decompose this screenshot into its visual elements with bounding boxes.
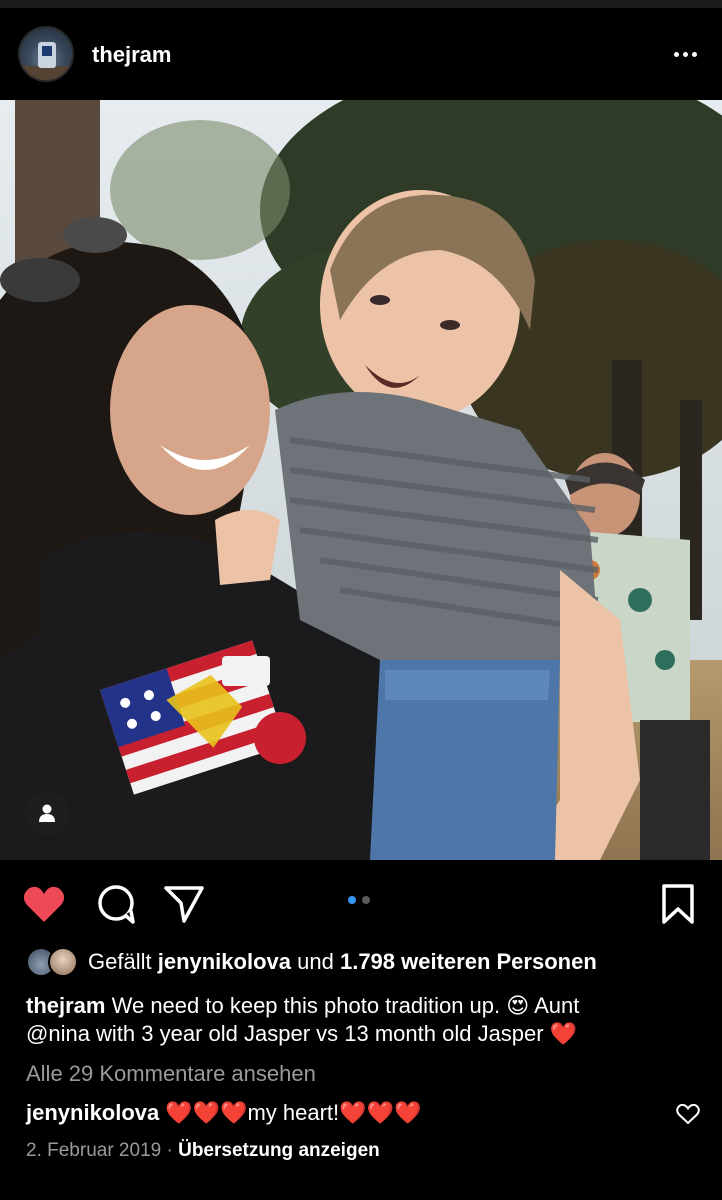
tagged-people-icon[interactable] <box>25 791 69 835</box>
comment-bubble-icon[interactable] <box>94 882 138 926</box>
photo-illustration <box>0 100 722 860</box>
carousel-indicator <box>348 896 370 904</box>
post-caption: thejram We need to keep this photo tradi… <box>26 992 696 1048</box>
comment-item: jenynikolova ❤️❤️❤️my heart!❤️❤️❤️ <box>26 1100 421 1126</box>
post-username[interactable]: thejram <box>92 42 171 68</box>
bookmark-icon[interactable] <box>656 882 700 926</box>
show-translation-link[interactable]: Übersetzung anzeigen <box>178 1140 380 1161</box>
view-all-comments-link[interactable]: Alle 29 Kommentare ansehen <box>26 1061 316 1087</box>
post-photo[interactable] <box>0 100 722 860</box>
paper-plane-icon[interactable] <box>162 882 206 926</box>
carousel-dot <box>362 896 370 904</box>
heart-filled-icon[interactable] <box>22 882 66 926</box>
more-options-icon[interactable] <box>668 44 702 64</box>
status-bar-strip <box>0 0 722 8</box>
comment-heart-icon[interactable] <box>676 1103 700 1125</box>
likes-summary[interactable]: Gefällt jenynikolova und 1.798 weiteren … <box>26 944 597 980</box>
likes-count[interactable]: 1.798 weiteren Personen <box>340 949 597 974</box>
likes-text: Gefällt jenynikolova und 1.798 weiteren … <box>88 949 597 975</box>
caption-text-line1: We need to keep this photo tradition up.… <box>111 993 580 1018</box>
post-date: 2. Februar 2019 <box>26 1140 162 1161</box>
profile-avatar[interactable] <box>18 26 74 82</box>
meta-separator: · <box>166 1140 173 1161</box>
comment-text: ❤️❤️❤️my heart!❤️❤️❤️ <box>165 1100 422 1125</box>
liker-avatar <box>48 947 78 977</box>
likes-connector: und <box>297 949 334 974</box>
caption-text-line2: @nina with 3 year old Jasper vs 13 month… <box>26 1021 578 1046</box>
carousel-dot-active <box>348 896 356 904</box>
post-header: thejram <box>0 8 722 100</box>
comment-username[interactable]: jenynikolova <box>26 1100 159 1126</box>
post-meta: 2. Februar 2019 · Übersetzung anzeigen <box>26 1140 380 1162</box>
likes-user[interactable]: jenynikolova <box>158 949 291 974</box>
likes-prefix: Gefällt <box>88 949 152 974</box>
caption-username[interactable]: thejram <box>26 993 105 1018</box>
